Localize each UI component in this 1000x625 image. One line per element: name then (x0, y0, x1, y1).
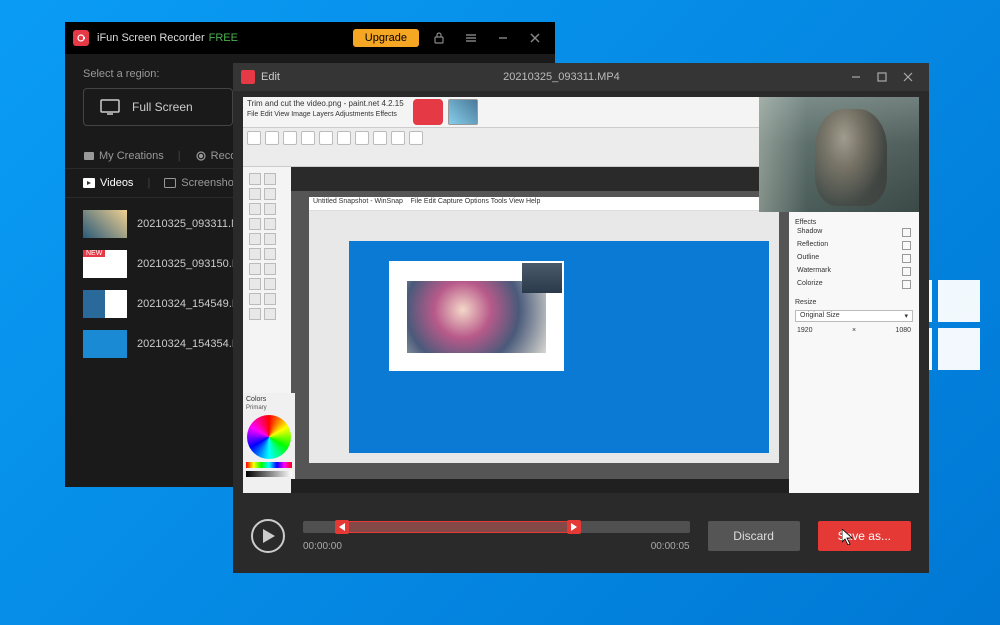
edit-titlebar: Edit 20210325_093311.MP4 (233, 63, 929, 91)
winsnap-panel: ⬚ Capture Source Full Screen▾ Effects Sh… (789, 167, 919, 493)
file-thumbnail (83, 290, 127, 318)
paintnet-menus: File Edit View Image Layers Adjustments … (247, 111, 397, 118)
menu-icon[interactable] (459, 26, 483, 50)
edit-close-icon[interactable] (895, 66, 921, 88)
edit-title: Edit (261, 71, 280, 83)
time-start: 00:00:00 (303, 541, 342, 552)
trim-track[interactable] (303, 521, 690, 533)
edit-maximize-icon[interactable] (869, 66, 895, 88)
file-thumbnail (83, 330, 127, 358)
file-thumbnail (83, 210, 127, 238)
time-end: 00:00:05 (651, 541, 690, 552)
play-button[interactable] (251, 519, 285, 553)
full-screen-option[interactable]: Full Screen (83, 88, 233, 126)
file-thumbnail (83, 250, 127, 278)
videos-tab[interactable]: Videos (83, 177, 133, 189)
app-icon-preview (413, 99, 443, 125)
trim-handle-start[interactable] (335, 520, 349, 534)
close-icon[interactable] (523, 26, 547, 50)
save-as-button[interactable]: Save as... (818, 521, 911, 551)
minimize-icon[interactable] (491, 26, 515, 50)
trim-track-container: 00:00:00 00:00:05 (303, 521, 690, 552)
recorder-titlebar: iFun Screen RecorderFREE Upgrade (65, 22, 555, 54)
edit-window: Edit 20210325_093311.MP4 Trim and cut th… (233, 63, 929, 573)
screenshots-tab[interactable]: Screenshots (164, 177, 242, 189)
full-screen-label: Full Screen (132, 100, 193, 114)
paintnet-title: Trim and cut the video.png - paint.net 4… (247, 99, 404, 108)
app-title: iFun Screen RecorderFREE (97, 32, 345, 44)
edit-app-icon (241, 70, 255, 84)
colors-panel: Colors Primary (243, 393, 295, 493)
preview-taskbar (291, 479, 789, 493)
edit-minimize-icon[interactable] (843, 66, 869, 88)
edit-controls: 00:00:00 00:00:05 Discard Save as... (233, 499, 929, 573)
edit-filename: 20210325_093311.MP4 (280, 71, 843, 83)
upgrade-button[interactable]: Upgrade (353, 29, 419, 47)
cursor-icon (842, 529, 854, 545)
trim-selection (342, 521, 574, 533)
webcam-overlay (759, 97, 919, 212)
app-icon (73, 30, 89, 46)
thumbnail-preview (448, 99, 478, 125)
discard-button[interactable]: Discard (708, 521, 800, 551)
trim-handle-end[interactable] (567, 520, 581, 534)
video-preview: Trim and cut the video.png - paint.net 4… (243, 97, 919, 493)
my-creations-tab[interactable]: My Creations (83, 150, 164, 162)
lock-icon[interactable] (427, 26, 451, 50)
paintnet-canvas: Untitled Snapshot - WinSnap File Edit Ca… (291, 167, 789, 493)
